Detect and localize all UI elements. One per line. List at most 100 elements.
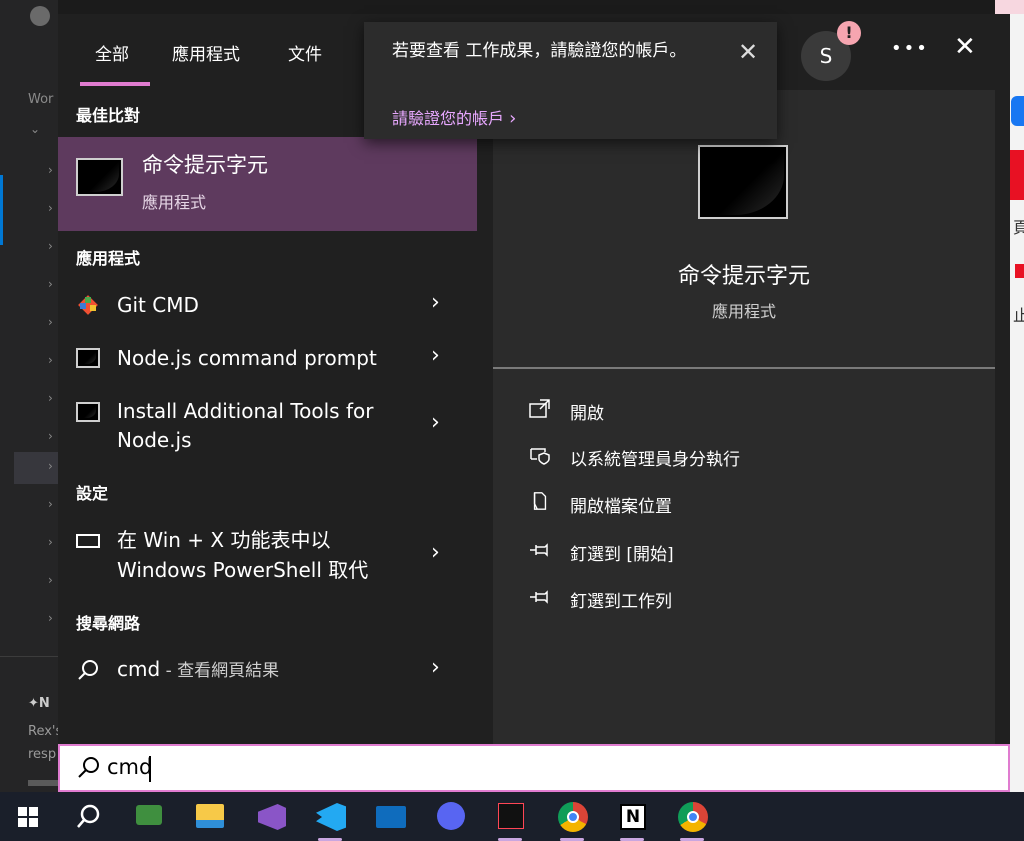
search-icon: [78, 757, 99, 778]
section-web-search: 搜尋網路: [76, 614, 141, 633]
command-prompt-icon: [698, 145, 788, 219]
windows-start-button[interactable]: [0, 792, 60, 841]
background-editor-sidebar: Wor ⌄ › › › › › › › › › › › › › ✦N Rex's…: [0, 0, 62, 792]
command-prompt-icon: [76, 158, 123, 196]
open-icon: [529, 399, 550, 418]
close-icon[interactable]: ✕: [954, 34, 976, 60]
verify-account-link-label: 請驗證您的帳戶: [392, 109, 505, 128]
red-mark: [1015, 264, 1024, 278]
best-match-title: 命令提示字元: [142, 153, 268, 177]
shield-icon: [530, 448, 550, 465]
gpu-app-icon: [136, 805, 162, 825]
background-text: 止: [1013, 306, 1024, 325]
pin-icon: [530, 590, 548, 604]
chevron-down-icon: ⌄: [30, 122, 41, 136]
popup-close-icon[interactable]: ✕: [738, 40, 758, 64]
search-box[interactable]: cmd: [58, 744, 1010, 792]
chevron-right-icon: ›: [48, 535, 53, 549]
chrome-center: [567, 811, 579, 823]
list-item-nodejs-prompt[interactable]: Node.js command prompt ›: [58, 340, 477, 380]
chevron-right-icon: ›: [48, 573, 53, 587]
popup-message: 若要查看 工作成果，請驗證您的帳戶。: [392, 41, 687, 61]
best-match-subtitle: 應用程式: [142, 193, 207, 212]
chevron-right-icon: ›: [509, 108, 517, 129]
chevron-right-icon[interactable]: ›: [431, 655, 440, 680]
taskbar-app[interactable]: [360, 792, 420, 841]
list-item-title: Node.js command prompt: [117, 346, 377, 370]
chevron-right-icon: ›: [48, 315, 53, 329]
taskbar-app[interactable]: [420, 792, 480, 841]
chevron-right-icon[interactable]: ›: [431, 410, 440, 435]
search-icon: [77, 804, 100, 828]
action-run-as-admin[interactable]: 以系統管理員身分執行: [493, 441, 995, 475]
action-label: 開啟: [570, 404, 604, 424]
best-match-item[interactable]: 命令提示字元 應用程式: [58, 137, 477, 231]
taskbar-search-button[interactable]: [58, 792, 118, 841]
monitor-icon: [76, 534, 100, 548]
list-item-powershell-setting[interactable]: 在 Win + X 功能表中以 Windows PowerShell 取代 ›: [58, 524, 477, 586]
list-item-web-search[interactable]: cmd - 查看網頁結果 ›: [58, 652, 477, 692]
list-item-title: Git CMD: [117, 293, 199, 317]
action-open-file-location[interactable]: 開啟檔案位置: [493, 488, 995, 522]
taskbar-app[interactable]: [178, 792, 238, 841]
taskbar-app-active[interactable]: [542, 792, 602, 841]
chevron-right-icon: ›: [48, 429, 53, 443]
alert-icon: !: [837, 21, 861, 45]
taskbar-app[interactable]: [118, 792, 178, 841]
section-apps: 應用程式: [76, 249, 141, 268]
action-pin-to-taskbar[interactable]: 釘選到工作列: [493, 583, 995, 617]
chevron-right-icon: ›: [48, 459, 53, 473]
divider: [493, 367, 995, 369]
chevron-right-icon: ›: [48, 611, 53, 625]
list-item-install-tools[interactable]: Install Additional Tools for Node.js ›: [58, 394, 477, 456]
chevron-right-icon[interactable]: ›: [431, 343, 440, 368]
detail-title: 命令提示字元: [677, 264, 810, 289]
browser-banner: [995, 0, 1024, 14]
chevron-right-icon[interactable]: ›: [431, 290, 440, 315]
pin-icon: [530, 543, 548, 557]
chevron-right-icon: ›: [48, 239, 53, 253]
section-best-match: 最佳比對: [76, 106, 141, 125]
background-text: resp: [28, 747, 57, 762]
activity-indicator: [0, 175, 3, 245]
action-label: 開啟檔案位置: [570, 497, 672, 517]
action-label: 釘選到工作列: [570, 592, 672, 612]
windows-search-panel: 全部 應用程式 文件 S ! ••• ✕ 最佳比對 命令提示字元 應用程式 應用…: [58, 14, 1010, 792]
taskbar-app-active[interactable]: [480, 792, 540, 841]
active-tab-indicator: [80, 82, 150, 86]
taskbar-app[interactable]: [240, 792, 300, 841]
tab-apps[interactable]: 應用程式: [172, 40, 240, 65]
search-icon: [78, 660, 98, 680]
chevron-right-icon: ›: [48, 201, 53, 215]
verify-account-popup: 若要查看 工作成果，請驗證您的帳戶。 請驗證您的帳戶 › ✕: [364, 22, 777, 139]
sparkle-label: ✦N: [28, 696, 50, 711]
visual-studio-icon: [258, 804, 286, 830]
taskbar-app-active[interactable]: [662, 792, 722, 841]
verify-account-link[interactable]: 請驗證您的帳戶 ›: [392, 105, 516, 129]
taskbar-app-active[interactable]: [300, 792, 360, 841]
web-query: cmd: [117, 657, 161, 681]
tab-documents[interactable]: 文件: [288, 40, 322, 65]
chevron-right-icon: ›: [48, 353, 53, 367]
search-input[interactable]: cmd: [107, 755, 152, 779]
scrollbar: [28, 780, 58, 786]
web-suffix: - 查看網頁結果: [160, 661, 280, 681]
facebook-icon: [1011, 96, 1024, 126]
taskbar-app-active[interactable]: N: [602, 792, 662, 841]
tab-all[interactable]: 全部: [95, 40, 129, 65]
list-item-git-cmd[interactable]: Git CMD ›: [58, 286, 477, 326]
action-label: 釘選到 [開始]: [570, 545, 674, 565]
detail-subtitle: 應用程式: [711, 302, 776, 321]
chrome-center: [687, 811, 699, 823]
action-pin-to-start[interactable]: 釘選到 [開始]: [493, 536, 995, 570]
list-item-title-line2: Node.js: [117, 428, 192, 452]
taskbar: N: [0, 792, 1024, 841]
vscode-icon: [316, 803, 346, 831]
file-explorer-icon: [196, 804, 224, 828]
action-open[interactable]: 開啟: [493, 395, 995, 429]
section-settings: 設定: [76, 484, 109, 503]
git-icon: [78, 295, 98, 315]
more-icon[interactable]: •••: [891, 38, 929, 59]
discord-icon: [437, 802, 465, 830]
chevron-right-icon[interactable]: ›: [431, 540, 440, 565]
